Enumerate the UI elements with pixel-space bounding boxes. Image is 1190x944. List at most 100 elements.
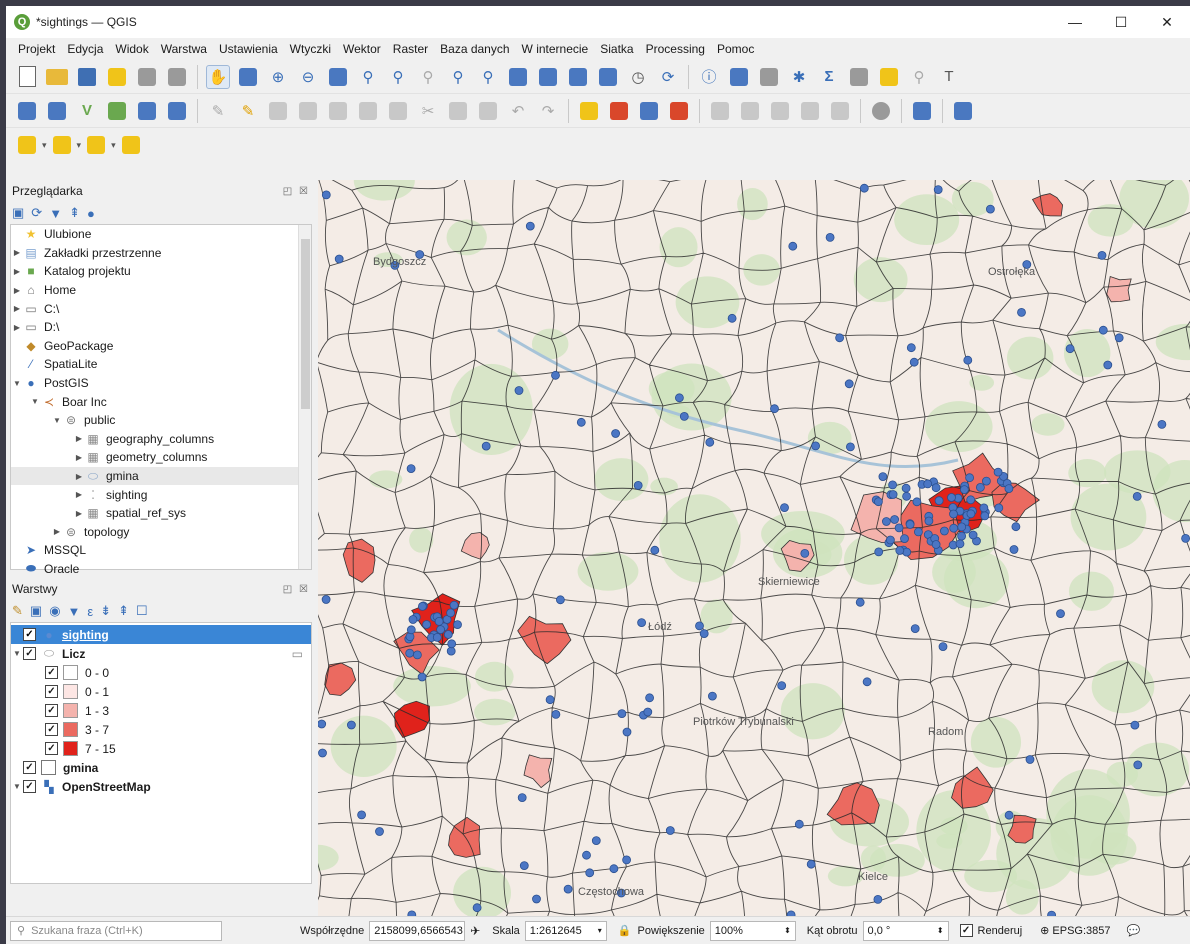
field-calculator-button[interactable] [757, 65, 781, 89]
sighting-point[interactable] [375, 827, 384, 836]
choropleth-polygon[interactable] [1031, 193, 1064, 217]
add-spatialite-button[interactable] [135, 99, 159, 123]
sighting-point[interactable] [1004, 810, 1014, 820]
sighting-point[interactable] [405, 648, 415, 658]
decorations-button[interactable] [596, 65, 620, 89]
legend-class-1-3[interactable]: ✓ 1 - 3 [11, 701, 311, 720]
sighting-point[interactable] [986, 204, 995, 214]
sighting-point[interactable] [443, 630, 453, 639]
data-source-manager-button[interactable] [15, 99, 39, 123]
sighting-point[interactable] [1004, 484, 1014, 494]
menu-widok[interactable]: Widok [109, 42, 154, 56]
show-hide-labels-button[interactable] [708, 99, 732, 123]
choropleth-polygon[interactable] [460, 532, 490, 560]
tree-item-drive-c[interactable]: ▶ ▭ C:\ [11, 299, 311, 318]
sighting-point[interactable] [519, 861, 529, 870]
sighting-point[interactable] [1114, 333, 1124, 343]
sighting-point[interactable] [862, 677, 872, 687]
change-label-button[interactable] [798, 99, 822, 123]
map-canvas[interactable]: Bydgoszcz Ostrołęka Łódź Skierniewice Piotrk… [318, 180, 1190, 916]
sighting-point[interactable] [947, 493, 956, 502]
sighting-point[interactable] [591, 836, 601, 845]
show-bookmarks-button[interactable] [536, 65, 560, 89]
diagram-options-button[interactable] [607, 99, 631, 123]
choropleth-polygon[interactable] [342, 538, 376, 583]
open-project-button[interactable] [45, 65, 69, 89]
sighting-point[interactable] [699, 629, 709, 639]
tree-item-postgis[interactable]: ▼ ● PostGIS [11, 374, 311, 393]
sighting-point[interactable] [806, 859, 816, 869]
sighting-point[interactable] [846, 442, 855, 452]
choropleth-polygon[interactable] [991, 482, 1040, 523]
select-by-value-button[interactable] [50, 133, 74, 157]
class-visibility-checkbox[interactable]: ✓ [45, 723, 58, 736]
refresh-button[interactable]: ⟳ [656, 65, 680, 89]
sighting-point[interactable] [576, 417, 586, 427]
sighting-point[interactable] [994, 503, 1004, 513]
paste-features-button[interactable] [476, 99, 500, 123]
sighting-point[interactable] [357, 810, 366, 820]
sighting-point[interactable] [874, 497, 883, 507]
sighting-point[interactable] [982, 476, 991, 486]
tree-item-boar-inc[interactable]: ▼ ≺ Boar Inc [11, 392, 311, 411]
layer-visibility-checkbox[interactable]: ✓ [23, 780, 36, 793]
add-feature-button[interactable] [296, 99, 320, 123]
processing-toolbox-button[interactable]: ✱ [787, 65, 811, 89]
tree-item-home[interactable]: ▶ ⌂ Home [11, 281, 311, 300]
menu-wtyczki[interactable]: Wtyczki [284, 42, 337, 56]
tree-item-gmina[interactable]: ▶ ⬭ gmina [11, 466, 311, 486]
sighting-point[interactable] [585, 868, 595, 878]
sighting-point[interactable] [472, 903, 482, 913]
zoom-out-button[interactable]: ⊖ [296, 65, 320, 89]
locator-search-input[interactable]: ⚲ Szukana fraza (Ctrl+K) [10, 920, 222, 941]
choropleth-polygon[interactable] [394, 700, 430, 738]
scale-combobox[interactable]: 1:2612645 ▾ [524, 920, 607, 941]
search-tool-button[interactable]: ⚲ [907, 65, 931, 89]
select-features-button[interactable] [15, 133, 39, 157]
tree-item-spatial-ref-sys[interactable]: ▶ ▦ spatial_ref_sys [11, 504, 311, 523]
tree-item-geography-columns[interactable]: ▶ ▦ geography_columns [11, 430, 311, 449]
menu-baza-danych[interactable]: Baza danych [434, 42, 515, 56]
minimize-button[interactable]: — [1052, 6, 1098, 38]
sighting-point[interactable] [949, 523, 959, 533]
class-visibility-checkbox[interactable]: ✓ [45, 742, 58, 755]
measure-button[interactable] [847, 65, 871, 89]
pan-to-selection-button[interactable] [236, 65, 260, 89]
temporal-button[interactable] [566, 65, 590, 89]
sighting-point[interactable] [859, 183, 869, 193]
choropleth-polygon[interactable] [517, 615, 572, 665]
sighting-point[interactable] [418, 601, 427, 611]
sighting-point[interactable] [1133, 760, 1143, 770]
tree-item-geometry-columns[interactable]: ▶ ▦ geometry_columns [11, 448, 311, 467]
choropleth-polygon[interactable] [951, 766, 994, 809]
vertex-tool-button[interactable] [326, 99, 350, 123]
browser-scrollbar[interactable] [298, 225, 311, 569]
layer-visibility-checkbox[interactable]: ✓ [23, 647, 36, 660]
sighting-point[interactable] [318, 748, 327, 758]
sighting-point[interactable] [551, 710, 561, 719]
sighting-point[interactable] [582, 850, 591, 860]
sighting-point[interactable] [707, 691, 717, 701]
sighting-point[interactable] [955, 539, 965, 549]
sighting-point[interactable] [844, 379, 854, 389]
layout-manager-button[interactable] [135, 65, 159, 89]
choropleth-polygon[interactable] [324, 662, 357, 696]
add-vector-layer-button[interactable]: V [75, 99, 99, 123]
sighting-point[interactable] [633, 480, 643, 490]
sighting-point[interactable] [674, 393, 684, 403]
refresh-icon[interactable]: ⟳ [31, 205, 42, 221]
sighting-point[interactable] [894, 523, 904, 533]
expand-all-icon[interactable]: ⇟ [100, 603, 111, 619]
sighting-point[interactable] [788, 241, 798, 251]
label-toolbar-button[interactable] [577, 99, 601, 123]
layer-visibility-checkbox[interactable]: ✓ [23, 761, 36, 774]
style-manager-button[interactable] [165, 65, 189, 89]
layer-styling-icon[interactable]: ✎ [12, 603, 23, 619]
sighting-point[interactable] [1157, 419, 1167, 429]
sighting-point[interactable] [940, 526, 949, 536]
sighting-point[interactable] [347, 720, 356, 730]
sighting-point[interactable] [910, 624, 920, 634]
zoom-to-selection-button[interactable]: ⚲ [356, 65, 380, 89]
sighting-point[interactable] [980, 511, 990, 521]
sighting-point[interactable] [878, 472, 888, 482]
